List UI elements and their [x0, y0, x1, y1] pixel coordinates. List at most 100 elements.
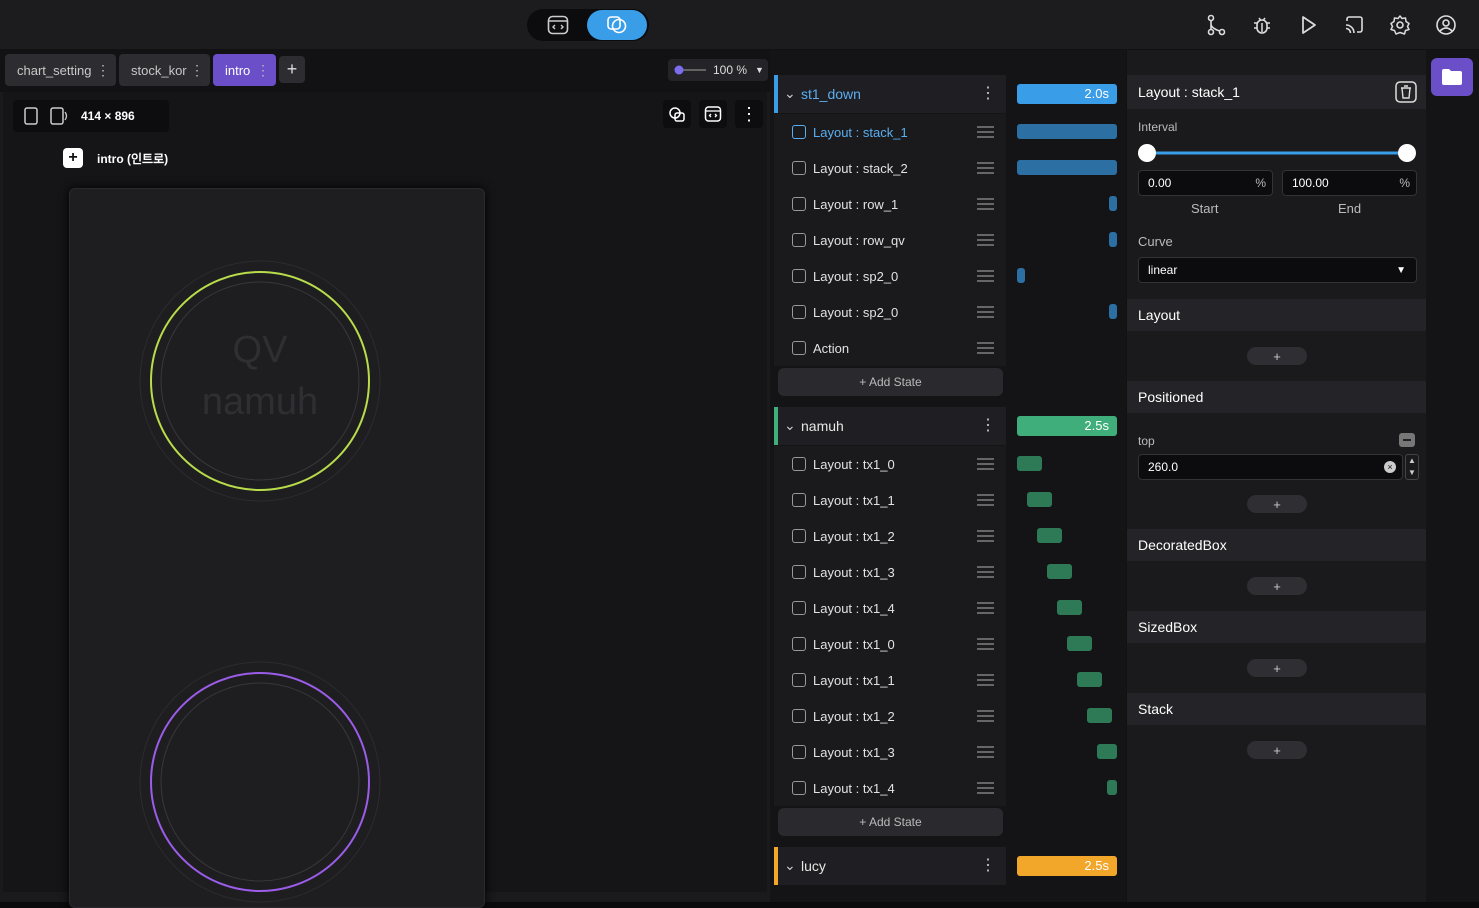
drag-handle-icon[interactable]: [977, 782, 994, 794]
timeline-bar[interactable]: [1017, 268, 1025, 283]
timeline-bar[interactable]: [1067, 636, 1092, 651]
curve-select[interactable]: linear ▼: [1138, 257, 1417, 283]
state-row[interactable]: Layout : row_qv: [774, 222, 1006, 258]
drag-handle-icon[interactable]: [977, 494, 994, 506]
drag-handle-icon[interactable]: [977, 746, 994, 758]
timeline-bar[interactable]: [1109, 304, 1117, 319]
zoom-slider[interactable]: [674, 65, 708, 75]
drag-handle-icon[interactable]: [977, 638, 994, 650]
group-duration-badge[interactable]: 2.0s: [1017, 84, 1117, 104]
state-row[interactable]: Layout : tx1_2: [774, 698, 1006, 734]
top-stepper[interactable]: ▲ ▼: [1405, 454, 1419, 480]
state-row[interactable]: Layout : tx1_0: [774, 446, 1006, 482]
timeline-bar[interactable]: [1109, 232, 1117, 247]
folder-button[interactable]: [1431, 58, 1473, 96]
drag-handle-icon[interactable]: [977, 458, 994, 470]
add-tab-button[interactable]: +: [279, 56, 305, 83]
code-mode-button[interactable]: [528, 10, 588, 40]
group-duration-badge[interactable]: 2.5s: [1017, 416, 1117, 436]
tab-menu-icon[interactable]: ⋮: [190, 62, 204, 79]
drag-handle-icon[interactable]: [977, 566, 994, 578]
timeline-bar[interactable]: [1027, 492, 1052, 507]
timeline-bar[interactable]: [1047, 564, 1072, 579]
timeline-bar[interactable]: [1077, 672, 1102, 687]
state-row[interactable]: Layout : tx1_4: [774, 770, 1006, 806]
clear-icon[interactable]: ×: [1384, 461, 1396, 473]
drag-handle-icon[interactable]: [977, 710, 994, 722]
delete-icon[interactable]: [1395, 81, 1417, 103]
tab-stock-kor[interactable]: stock_kor ⋮: [119, 54, 210, 86]
state-group-header[interactable]: ⌄ lucy ⋮: [774, 847, 1006, 885]
add-stack-button[interactable]: +: [1247, 741, 1307, 759]
add-decoratedbox-button[interactable]: +: [1247, 577, 1307, 595]
interval-start-handle[interactable]: [1138, 144, 1156, 162]
run-button[interactable]: [1295, 12, 1321, 38]
drag-handle-icon[interactable]: [977, 162, 994, 174]
end-input[interactable]: 100.00%: [1282, 170, 1417, 196]
zoom-control[interactable]: 100 % ▼: [668, 59, 768, 81]
state-row[interactable]: Layout : tx1_1: [774, 482, 1006, 518]
more-vertical-icon[interactable]: ⋮: [980, 855, 996, 875]
timeline-bar[interactable]: [1097, 744, 1117, 759]
drag-handle-icon[interactable]: [977, 602, 994, 614]
interval-end-handle[interactable]: [1398, 144, 1416, 162]
timeline-bar[interactable]: [1107, 780, 1117, 795]
interval-slider[interactable]: [1137, 141, 1419, 165]
branch-button[interactable]: [1203, 12, 1229, 38]
timeline-bar[interactable]: [1037, 528, 1062, 543]
account-button[interactable]: [1433, 12, 1459, 38]
shapes-tool-button[interactable]: [663, 100, 691, 128]
timeline-bar[interactable]: [1057, 600, 1082, 615]
shapes-mode-button[interactable]: [587, 10, 647, 40]
state-row[interactable]: Layout : stack_1: [774, 114, 1006, 150]
chevron-down-icon[interactable]: ⌄: [784, 417, 796, 434]
state-row[interactable]: Layout : sp2_0: [774, 258, 1006, 294]
add-widget-button[interactable]: +: [63, 148, 83, 168]
drag-handle-icon[interactable]: [977, 126, 994, 138]
state-group-header[interactable]: ⌄ namuh ⋮: [774, 407, 1006, 445]
state-row[interactable]: Layout : tx1_4: [774, 590, 1006, 626]
state-row[interactable]: Layout : tx1_0: [774, 626, 1006, 662]
drag-handle-icon[interactable]: [977, 270, 994, 282]
timeline-bar[interactable]: [1017, 456, 1042, 471]
tab-chart-setting[interactable]: chart_setting ⋮: [5, 54, 116, 86]
timeline-bar[interactable]: [1017, 124, 1117, 139]
state-row[interactable]: Layout : tx1_3: [774, 554, 1006, 590]
state-row[interactable]: Action: [774, 330, 1006, 366]
drag-handle-icon[interactable]: [977, 342, 994, 354]
state-row[interactable]: Layout : tx1_2: [774, 518, 1006, 554]
drag-handle-icon[interactable]: [977, 530, 994, 542]
phone-rotate-icon[interactable]: [49, 107, 69, 125]
chevron-down-icon[interactable]: ⌄: [784, 857, 796, 874]
group-duration-badge[interactable]: 2.5s: [1017, 856, 1117, 876]
state-row[interactable]: Layout : tx1_1: [774, 662, 1006, 698]
add-positioned-button[interactable]: +: [1247, 495, 1307, 513]
add-state-button[interactable]: + Add State: [778, 368, 1003, 396]
drag-handle-icon[interactable]: [977, 674, 994, 686]
tab-menu-icon[interactable]: ⋮: [256, 62, 270, 79]
state-row[interactable]: Layout : stack_2: [774, 150, 1006, 186]
settings-button[interactable]: [1387, 12, 1413, 38]
timeline-bar[interactable]: [1109, 196, 1117, 211]
chevron-down-icon[interactable]: ⌄: [784, 85, 796, 102]
code-tool-button[interactable]: [699, 100, 727, 128]
drag-handle-icon[interactable]: [977, 234, 994, 246]
remove-top-button[interactable]: [1399, 433, 1415, 447]
start-input[interactable]: 0.00%: [1138, 170, 1273, 196]
phone-portrait-icon[interactable]: [23, 107, 39, 125]
tab-menu-icon[interactable]: ⋮: [96, 62, 110, 79]
debug-button[interactable]: [1249, 12, 1275, 38]
timeline-bar[interactable]: [1087, 708, 1112, 723]
more-button[interactable]: ⋮: [735, 100, 763, 128]
state-row[interactable]: Layout : sp2_0: [774, 294, 1006, 330]
more-vertical-icon[interactable]: ⋮: [980, 415, 996, 435]
add-layout-button[interactable]: +: [1247, 347, 1307, 365]
more-vertical-icon[interactable]: ⋮: [980, 83, 996, 103]
state-row[interactable]: Layout : tx1_3: [774, 734, 1006, 770]
state-row[interactable]: Layout : row_1: [774, 186, 1006, 222]
cast-button[interactable]: [1341, 12, 1367, 38]
timeline-bar[interactable]: [1017, 160, 1117, 175]
drag-handle-icon[interactable]: [977, 198, 994, 210]
state-group-header[interactable]: ⌄ st1_down ⋮: [774, 75, 1006, 113]
top-input[interactable]: 260.0 ×: [1138, 454, 1403, 480]
